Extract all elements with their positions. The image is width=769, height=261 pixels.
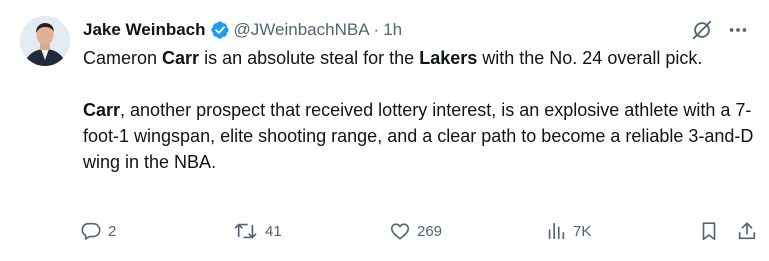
action-bar: 2 41 269 7K [80, 220, 759, 246]
text-segment: is an absolute steal for the [199, 48, 420, 68]
bookmark-icon [702, 222, 716, 241]
repost-button[interactable]: 41 [233, 220, 282, 242]
post-header: Jake Weinbach @JWeinbachNBA · 1h [83, 18, 749, 42]
views-button[interactable]: 7K [545, 220, 591, 242]
like-count: 269 [417, 222, 443, 240]
grok-icon[interactable] [691, 19, 713, 41]
reply-icon [81, 222, 101, 240]
share-button[interactable] [736, 220, 758, 242]
like-button[interactable]: 269 [389, 220, 442, 242]
author-name[interactable]: Jake Weinbach [83, 20, 206, 40]
separator-dot: · [373, 20, 380, 39]
reply-count: 2 [108, 222, 117, 240]
more-icon[interactable] [727, 19, 749, 41]
bookmark-button[interactable] [698, 220, 720, 242]
text-bold-segment: Carr [83, 100, 121, 120]
post-paragraph-1: Cameron Carr is an absolute steal for th… [83, 45, 763, 71]
views-icon [548, 222, 565, 240]
text-bold-segment: Lakers [419, 48, 478, 68]
views-count: 7K [573, 222, 592, 240]
author-handle[interactable]: @JWeinbachNBA [234, 20, 370, 40]
share-icon [738, 222, 756, 240]
post-time[interactable]: 1h [383, 20, 402, 40]
post-paragraph-2: Carr, another prospect that received lot… [83, 97, 763, 175]
avatar[interactable] [20, 16, 70, 66]
text-segment: with the No. 24 overall pick. [477, 48, 703, 68]
header-actions [691, 19, 749, 41]
repost-icon [234, 223, 257, 239]
repost-count: 41 [265, 222, 282, 240]
reply-button[interactable]: 2 [80, 220, 116, 242]
text-bold-segment: Carr [162, 48, 200, 68]
verified-badge-icon [210, 20, 230, 40]
text-segment: Cameron [83, 48, 163, 68]
text-segment: , another prospect that received lottery… [83, 100, 754, 172]
heart-icon [390, 223, 410, 240]
post-text: Cameron Carr is an absolute steal for th… [83, 45, 763, 175]
